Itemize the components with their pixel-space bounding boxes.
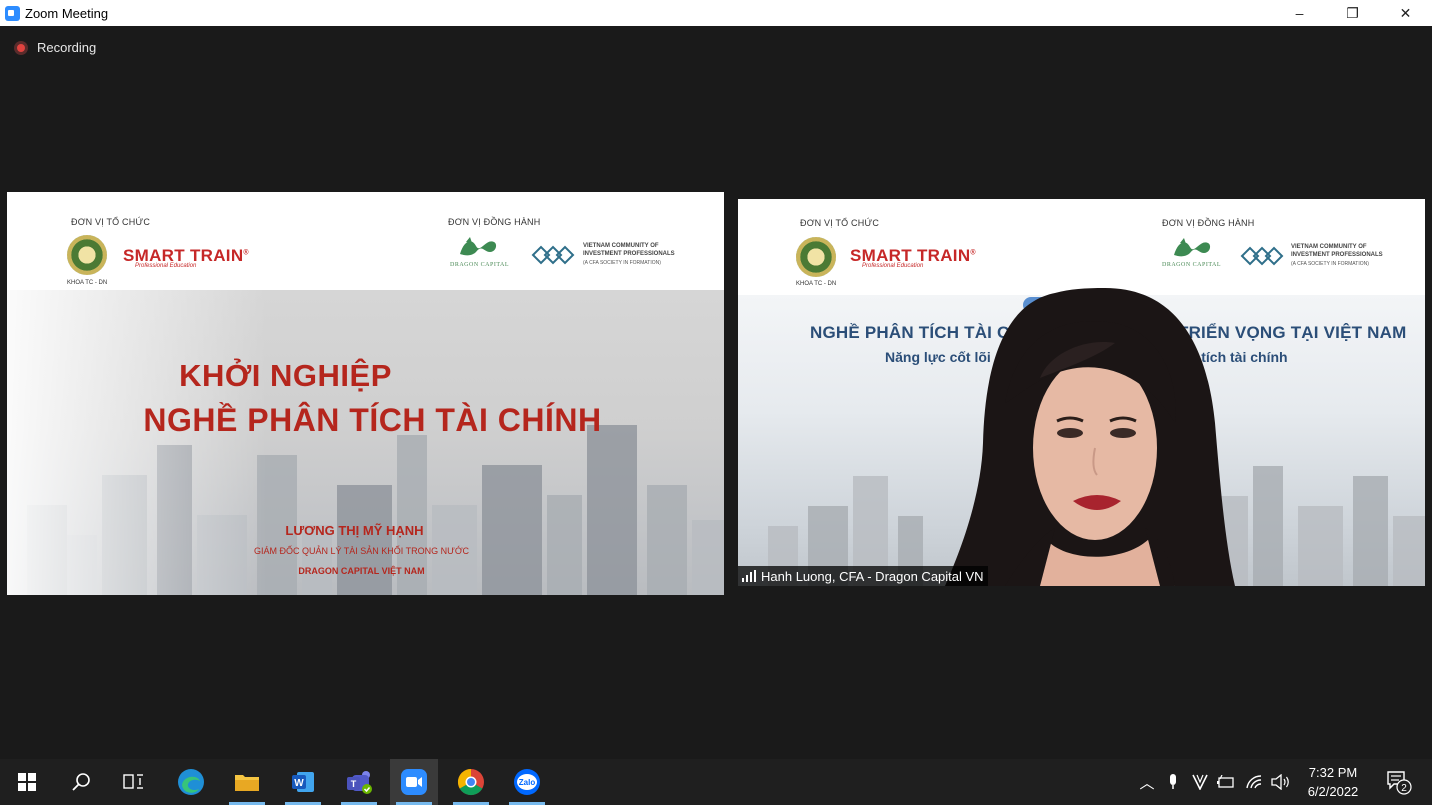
- participant-video-tile[interactable]: ĐƠN VỊ TỔ CHỨC KHOA TC - DN SMART TRAIN®…: [738, 199, 1425, 586]
- battery-icon: [1217, 775, 1234, 788]
- search-icon: [72, 773, 90, 791]
- edge-button[interactable]: [167, 759, 215, 805]
- video-dragon-capital-logo: [1174, 238, 1211, 257]
- video-vcip-logo: [1240, 246, 1284, 266]
- zalo-button[interactable]: Zalo: [503, 759, 551, 805]
- microphone-tray-button[interactable]: [1162, 759, 1184, 805]
- system-clock[interactable]: 7:32 PM 6/2/2022: [1298, 763, 1368, 801]
- video-seal-caption: KHOA TC - DN: [796, 281, 837, 287]
- task-view-button[interactable]: [110, 759, 158, 805]
- slide-title-line2: NGHỀ PHÂN TÍCH TÀI CHÍNH: [143, 402, 602, 438]
- start-button[interactable]: [3, 759, 51, 805]
- microphone-icon: [1170, 774, 1176, 789]
- chrome-icon: [457, 768, 484, 796]
- zoom-button[interactable]: [390, 759, 438, 805]
- speaker-name: LƯƠNG THỊ MỸ HẠNH: [285, 523, 424, 538]
- slide-title-line1: KHỞI NGHIỆP: [179, 358, 392, 393]
- recording-label: Recording: [37, 40, 97, 55]
- window-titlebar: Zoom Meeting – ❐ ✕: [0, 0, 1432, 26]
- show-hidden-icons-button[interactable]: ︿: [1136, 759, 1158, 805]
- word-icon: W: [292, 772, 314, 792]
- participant-name-tag: Hanh Luong, CFA - Dragon Capital VN: [738, 566, 988, 586]
- zoom-icon: [401, 769, 427, 795]
- participant-video-feed: [945, 288, 1235, 586]
- battery-tray-button[interactable]: [1214, 759, 1238, 805]
- clock-date: 6/2/2022: [1307, 784, 1359, 799]
- zalo-icon-label: Zalo: [519, 778, 536, 787]
- organizer-label: ĐƠN VỊ TỔ CHỨC: [71, 217, 151, 227]
- search-button[interactable]: [57, 759, 105, 805]
- wifi-icon: [1246, 775, 1262, 789]
- chevron-up-icon: ︿: [1139, 774, 1155, 792]
- minimize-button[interactable]: –: [1273, 0, 1326, 26]
- start-icon: [18, 773, 36, 791]
- partner-label: ĐƠN VỊ ĐỒNG HÀNH: [448, 217, 541, 227]
- vpn-tray-button[interactable]: [1188, 759, 1212, 805]
- university-seal-logo: [67, 235, 107, 275]
- vcip-subtitle: (A CFA SOCIETY IN FORMATION): [583, 260, 661, 266]
- notification-icon: 2: [1387, 771, 1412, 795]
- vcip-name-line2: INVESTMENT PROFESSIONALS: [583, 251, 675, 257]
- edge-icon: [178, 769, 204, 795]
- video-organizer-label: ĐƠN VỊ TỔ CHỨC: [800, 218, 880, 228]
- chrome-button[interactable]: [447, 759, 495, 805]
- seal-caption: KHOA TC - DN: [67, 280, 108, 286]
- video-vcip-name-line2: INVESTMENT PROFESSIONALS: [1291, 252, 1383, 258]
- video-vcip-subtitle: (A CFA SOCIETY IN FORMATION): [1291, 261, 1369, 267]
- task-view-icon: [123, 774, 143, 789]
- window-title: Zoom Meeting: [25, 5, 109, 21]
- close-button[interactable]: ✕: [1379, 0, 1432, 26]
- signal-strength-icon: [742, 570, 756, 582]
- close-icon: ✕: [1399, 4, 1412, 21]
- minimize-icon: –: [1295, 5, 1304, 21]
- vcip-name-line1: VIETNAM COMMUNITY OF: [583, 243, 659, 249]
- zalo-icon: Zalo: [514, 769, 540, 795]
- teams-button[interactable]: T: [335, 759, 383, 805]
- volume-tray-button[interactable]: [1268, 759, 1294, 805]
- video-partner-label: ĐƠN VỊ ĐỒNG HÀNH: [1162, 218, 1255, 228]
- word-icon-label: W: [294, 778, 304, 789]
- file-explorer-button[interactable]: [223, 759, 271, 805]
- video-smart-train-reg-mark: ®: [970, 249, 976, 257]
- vpn-icon: [1192, 774, 1208, 790]
- video-university-seal-logo: [796, 237, 836, 277]
- participant-name: Hanh Luong, CFA - Dragon Capital VN: [761, 568, 984, 584]
- recording-icon: [14, 40, 28, 55]
- volume-icon: [1271, 774, 1289, 790]
- video-smart-train-subtitle: Professional Education: [862, 263, 924, 269]
- dragon-capital-caption: DRAGON CAPITAL: [450, 262, 510, 268]
- video-slide-header: ĐƠN VỊ TỔ CHỨC KHOA TC - DN SMART TRAIN®…: [738, 199, 1425, 295]
- speaker-organization: DRAGON CAPITAL VIỆT NAM: [298, 566, 425, 576]
- teams-icon: T: [347, 771, 372, 794]
- speaker-role: GIÁM ĐỐC QUẢN LÝ TÀI SẢN KHỐI TRONG NƯỚC: [253, 546, 470, 556]
- smart-train-reg-mark: ®: [243, 249, 249, 257]
- restore-button[interactable]: ❐: [1326, 0, 1379, 26]
- notification-center-button[interactable]: 2: [1386, 769, 1412, 795]
- windows-taskbar: W T Zalo ︿ 7:32 PM 6/2/2022 2: [0, 759, 1432, 805]
- slide-header: ĐƠN VỊ TỔ CHỨC KHOA TC - DN SMART TRAIN®…: [7, 192, 724, 290]
- zoom-app-icon: [5, 5, 20, 21]
- video-vcip-name-line1: VIETNAM COMMUNITY OF: [1291, 244, 1367, 250]
- teams-icon-label: T: [351, 779, 357, 789]
- clock-time: 7:32 PM: [1308, 765, 1358, 780]
- dragon-capital-logo: [460, 237, 497, 256]
- smart-train-subtitle: Professional Education: [135, 263, 197, 269]
- wifi-tray-button[interactable]: [1242, 759, 1266, 805]
- file-explorer-icon: [235, 775, 259, 791]
- window-controls: – ❐ ✕: [1273, 0, 1432, 26]
- restore-icon: ❐: [1346, 4, 1359, 21]
- vcip-logo: [531, 245, 575, 265]
- video-dragon-capital-caption: DRAGON CAPITAL: [1162, 262, 1222, 268]
- notification-count: 2: [1401, 783, 1407, 794]
- recording-indicator[interactable]: Recording: [14, 40, 96, 55]
- word-button[interactable]: W: [279, 759, 327, 805]
- meeting-area: Recording ĐƠN VỊ TỔ CHỨC KHOA TC - DN SM…: [0, 26, 1432, 759]
- shared-slide-tile[interactable]: ĐƠN VỊ TỔ CHỨC KHOA TC - DN SMART TRAIN®…: [7, 192, 724, 595]
